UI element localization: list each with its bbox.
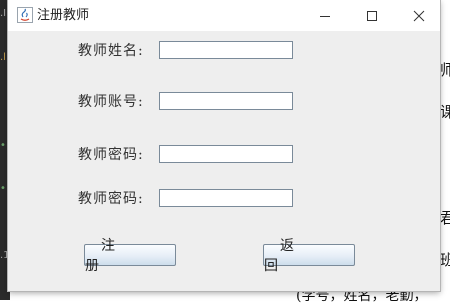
background-text-fragment: 师 [440, 61, 450, 79]
teacher-password-label: 教师密码: [78, 147, 144, 163]
maximize-button[interactable] [349, 0, 395, 31]
maximize-icon [367, 10, 377, 21]
teacher-password-confirm-input[interactable] [159, 189, 293, 207]
background-bottom-text: (学号，姓名，老勤， [296, 289, 428, 303]
background-mark: • [0, 183, 6, 194]
minimize-icon [320, 15, 330, 17]
background-text-fragment: 班 [440, 251, 450, 269]
close-button[interactable] [396, 0, 442, 31]
register-button[interactable]: 注 册 [84, 238, 176, 274]
background-text-fragment: 君 [440, 209, 450, 227]
teacher-account-label: 教师账号: [78, 94, 144, 110]
title-bar[interactable]: 注册教师 [8, 0, 440, 31]
background-document: 师 课 君 班 [440, 0, 450, 300]
minimize-button[interactable] [302, 0, 348, 31]
background-mark: • [0, 140, 6, 151]
back-button[interactable]: 返 回 [263, 238, 355, 274]
background-mark: .l [0, 52, 6, 63]
java-app-icon [17, 7, 33, 23]
teacher-password-input[interactable] [159, 145, 293, 163]
teacher-password-confirm-label: 教师密码: [78, 191, 144, 207]
background-text-fragment: 课 [440, 103, 450, 121]
teacher-account-input[interactable] [159, 92, 293, 110]
background-mark: .I [0, 8, 7, 19]
close-icon [413, 10, 425, 21]
register-teacher-dialog: 注册教师 教师姓名: 教师账号: 教师密码: 教师密码: 注 册 返 回 [8, 0, 440, 291]
teacher-name-input[interactable] [159, 41, 293, 59]
teacher-name-label: 教师姓名: [78, 43, 144, 59]
window-title: 注册教师 [37, 8, 90, 23]
